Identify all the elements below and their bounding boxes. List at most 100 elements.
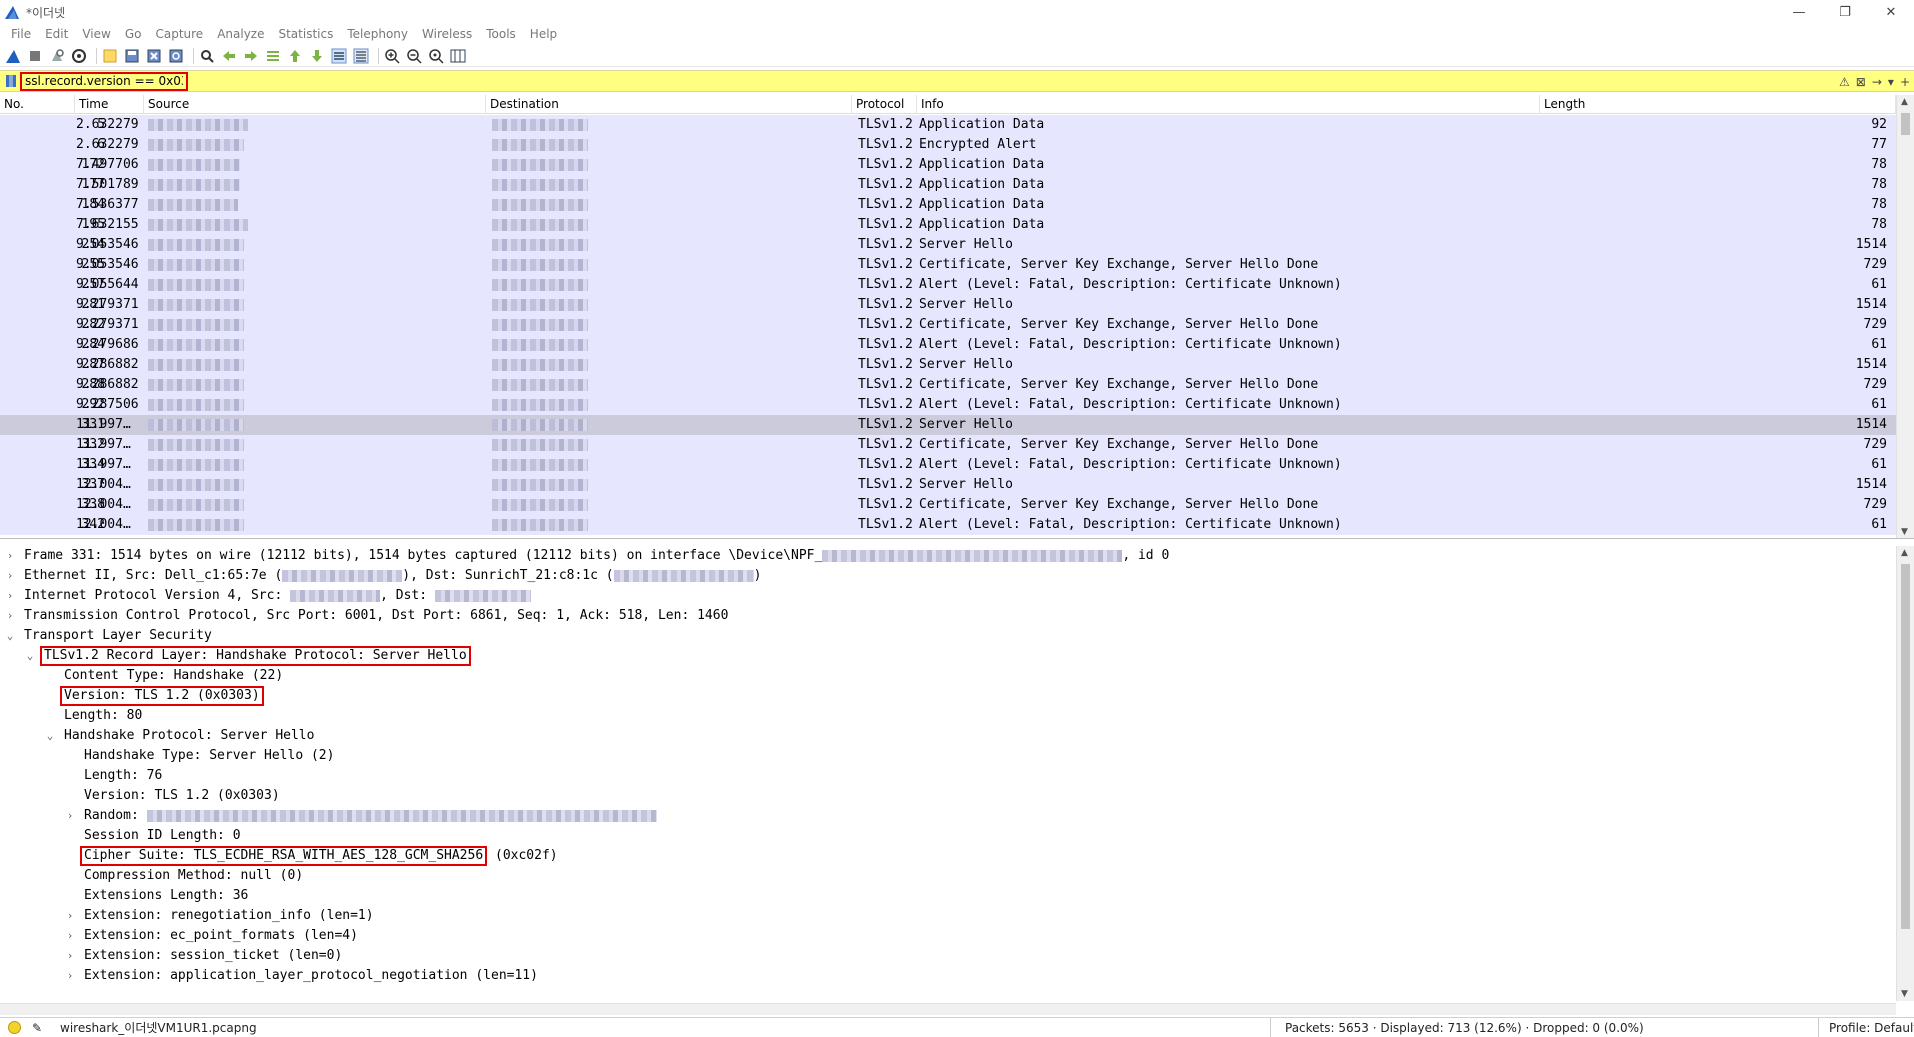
status-indicator-icon[interactable] — [8, 1021, 21, 1034]
column-length[interactable]: Length — [1540, 95, 1896, 114]
go-back-icon[interactable] — [220, 47, 238, 65]
scroll-down-icon[interactable]: ▼ — [1901, 989, 1908, 999]
minimize-button[interactable]: — — [1776, 0, 1822, 24]
menu-analyze[interactable]: Analyze — [210, 24, 271, 44]
edit-comment-icon[interactable]: ✎ — [32, 1018, 42, 1037]
menu-help[interactable]: Help — [523, 24, 564, 44]
detail-tls[interactable]: ⌄ Transport Layer Security — [4, 626, 212, 646]
details-scroll-thumb[interactable] — [1901, 564, 1910, 929]
detail-length[interactable]: Length: 80 — [58, 706, 142, 726]
packet-row[interactable]: 282 9.279371 TLSv1.2 Certificate, Server Ke… — [0, 315, 1896, 335]
last-packet-icon[interactable] — [308, 47, 326, 65]
packet-row[interactable]: 172 7.497706 TLSv1.2 Application Data 78 — [0, 155, 1896, 175]
detail-compression[interactable]: Compression Method: null (0) — [84, 866, 303, 886]
detail-hs-length[interactable]: Length: 76 — [84, 766, 162, 786]
menu-statistics[interactable]: Statistics — [271, 24, 340, 44]
close-button[interactable]: ✕ — [1868, 0, 1914, 24]
restore-button[interactable]: ❐ — [1822, 0, 1868, 24]
detail-ext-renegotiation[interactable]: › Extension: renegotiation_info (len=1) — [64, 906, 374, 926]
expand-icon[interactable]: › — [64, 806, 76, 826]
detail-session-id[interactable]: Session ID Length: 0 — [84, 826, 241, 846]
packet-row[interactable]: 332 11.997… TLSv1.2 Certificate, Server Key… — [0, 435, 1896, 455]
column-time[interactable]: Time — [75, 95, 144, 114]
menu-edit[interactable]: Edit — [38, 24, 75, 44]
detail-ext-ec-point[interactable]: › Extension: ec_point_formats (len=4) — [64, 926, 358, 946]
zoom-reset-icon[interactable] — [427, 47, 445, 65]
detail-ext-alpn[interactable]: › Extension: application_layer_protocol_n… — [64, 966, 538, 986]
packet-row[interactable]: 255 9.053546 TLSv1.2 Certificate, Server Ke… — [0, 255, 1896, 275]
expand-icon[interactable]: › — [64, 906, 76, 926]
start-capture-icon[interactable] — [4, 47, 22, 65]
add-filter-button[interactable]: + — [1900, 75, 1910, 89]
packet-row[interactable]: 5 2.632279 TLSv1.2 Application Data 92 — [0, 115, 1896, 135]
detail-hs-version[interactable]: Version: TLS 1.2 (0x0303) — [84, 786, 280, 806]
packet-row[interactable]: 337 12.004… TLSv1.2 Server Hello 1514 — [0, 475, 1896, 495]
menu-go[interactable]: Go — [118, 24, 149, 44]
expand-icon[interactable]: › — [4, 546, 16, 566]
packet-row[interactable]: 281 9.279371 TLSv1.2 Server Hello 1514 — [0, 295, 1896, 315]
detail-ext-length[interactable]: Extensions Length: 36 — [84, 886, 248, 906]
scroll-up-icon[interactable]: ▲ — [1901, 548, 1908, 558]
detail-frame[interactable]: › Frame 331: 1514 bytes on wire (12112 bi… — [4, 546, 1170, 566]
packet-row[interactable]: 177 7.501789 TLSv1.2 Application Data 78 — [0, 175, 1896, 195]
packet-row[interactable]: 338 12.004… TLSv1.2 Certificate, Server Key… — [0, 495, 1896, 515]
menu-file[interactable]: File — [4, 24, 38, 44]
detail-record-layer[interactable]: ⌄ TLSv1.2 Record Layer: Handshake Protoco… — [24, 646, 471, 666]
packet-row[interactable]: 342 12.004… TLSv1.2 Alert (Level: Fatal, De… — [0, 515, 1896, 535]
packet-row[interactable]: 6 2.632279 TLSv1.2 Encrypted Alert 77 — [0, 135, 1896, 155]
capture-options-icon[interactable] — [70, 47, 88, 65]
packet-list-scroll-thumb[interactable] — [1901, 113, 1910, 135]
apply-filter-button[interactable]: → — [1872, 75, 1882, 89]
detail-cipher-suite[interactable]: Cipher Suite: TLS_ECDHE_RSA_WITH_AES_128… — [80, 846, 558, 866]
scroll-up-icon[interactable]: ▲ — [1901, 97, 1908, 107]
packet-row[interactable]: 195 7.632155 TLSv1.2 Application Data 78 — [0, 215, 1896, 235]
detail-version[interactable]: Version: TLS 1.2 (0x0303) — [60, 686, 264, 706]
packet-row[interactable]: 254 9.053546 TLSv1.2 Server Hello 1514 — [0, 235, 1896, 255]
save-file-icon[interactable] — [123, 47, 141, 65]
collapse-icon[interactable]: ⌄ — [44, 726, 56, 746]
go-forward-icon[interactable] — [242, 47, 260, 65]
menu-view[interactable]: View — [75, 24, 117, 44]
packet-row[interactable]: 292 9.287506 TLSv1.2 Alert (Level: Fatal, D… — [0, 395, 1896, 415]
menu-telephony[interactable]: Telephony — [340, 24, 415, 44]
stop-capture-icon[interactable] — [26, 47, 44, 65]
packet-row[interactable]: 184 7.536377 TLSv1.2 Application Data 78 — [0, 195, 1896, 215]
detail-ext-session-ticket[interactable]: › Extension: session_ticket (len=0) — [64, 946, 343, 966]
expand-icon[interactable]: › — [64, 946, 76, 966]
resize-columns-icon[interactable] — [449, 47, 467, 65]
detail-ethernet[interactable]: › Ethernet II, Src: Dell_c1:65:7e (), Dst… — [4, 566, 762, 586]
display-filter-input[interactable] — [20, 71, 188, 91]
zoom-in-icon[interactable] — [383, 47, 401, 65]
menu-capture[interactable]: Capture — [148, 24, 210, 44]
expand-icon[interactable]: › — [64, 966, 76, 986]
zoom-out-icon[interactable] — [405, 47, 423, 65]
detail-handshake[interactable]: ⌄ Handshake Protocol: Server Hello — [44, 726, 315, 746]
autoscroll-icon[interactable] — [330, 47, 348, 65]
go-to-packet-icon[interactable] — [264, 47, 282, 65]
collapse-icon[interactable]: ⌄ — [4, 626, 16, 646]
detail-hs-type[interactable]: Handshake Type: Server Hello (2) — [84, 746, 334, 766]
column-source[interactable]: Source — [144, 95, 486, 114]
open-file-icon[interactable] — [101, 47, 119, 65]
packet-row[interactable]: 288 9.286882 TLSv1.2 Certificate, Server Ke… — [0, 375, 1896, 395]
reload-file-icon[interactable] — [167, 47, 185, 65]
profile-selector[interactable]: Profile: Default — [1818, 1018, 1914, 1037]
column-no[interactable]: No. — [0, 95, 75, 114]
filter-history-icon[interactable]: ▾ — [1888, 75, 1894, 89]
packet-row[interactable]: 334 11.997… TLSv1.2 Alert (Level: Fatal, De… — [0, 455, 1896, 475]
packet-list-scrollbar[interactable]: ▲ ▼ — [1896, 95, 1914, 538]
packet-row[interactable]: 257 9.055644 TLSv1.2 Alert (Level: Fatal, D… — [0, 275, 1896, 295]
collapse-icon[interactable]: ⌄ — [24, 646, 36, 666]
detail-content-type[interactable]: Content Type: Handshake (22) — [58, 666, 283, 686]
first-packet-icon[interactable] — [286, 47, 304, 65]
details-scrollbar[interactable]: ▲ ▼ — [1896, 546, 1914, 1001]
bookmark-icon[interactable] — [4, 74, 18, 88]
detail-tcp[interactable]: › Transmission Control Protocol, Src Port… — [4, 606, 729, 626]
expand-icon[interactable]: › — [64, 926, 76, 946]
packet-row[interactable]: 287 9.286882 TLSv1.2 Server Hello 1514 — [0, 355, 1896, 375]
find-packet-icon[interactable] — [198, 47, 216, 65]
menu-wireless[interactable]: Wireless — [415, 24, 479, 44]
scroll-down-icon[interactable]: ▼ — [1901, 527, 1908, 537]
expand-icon[interactable]: › — [4, 586, 16, 606]
expand-icon[interactable]: › — [4, 606, 16, 626]
